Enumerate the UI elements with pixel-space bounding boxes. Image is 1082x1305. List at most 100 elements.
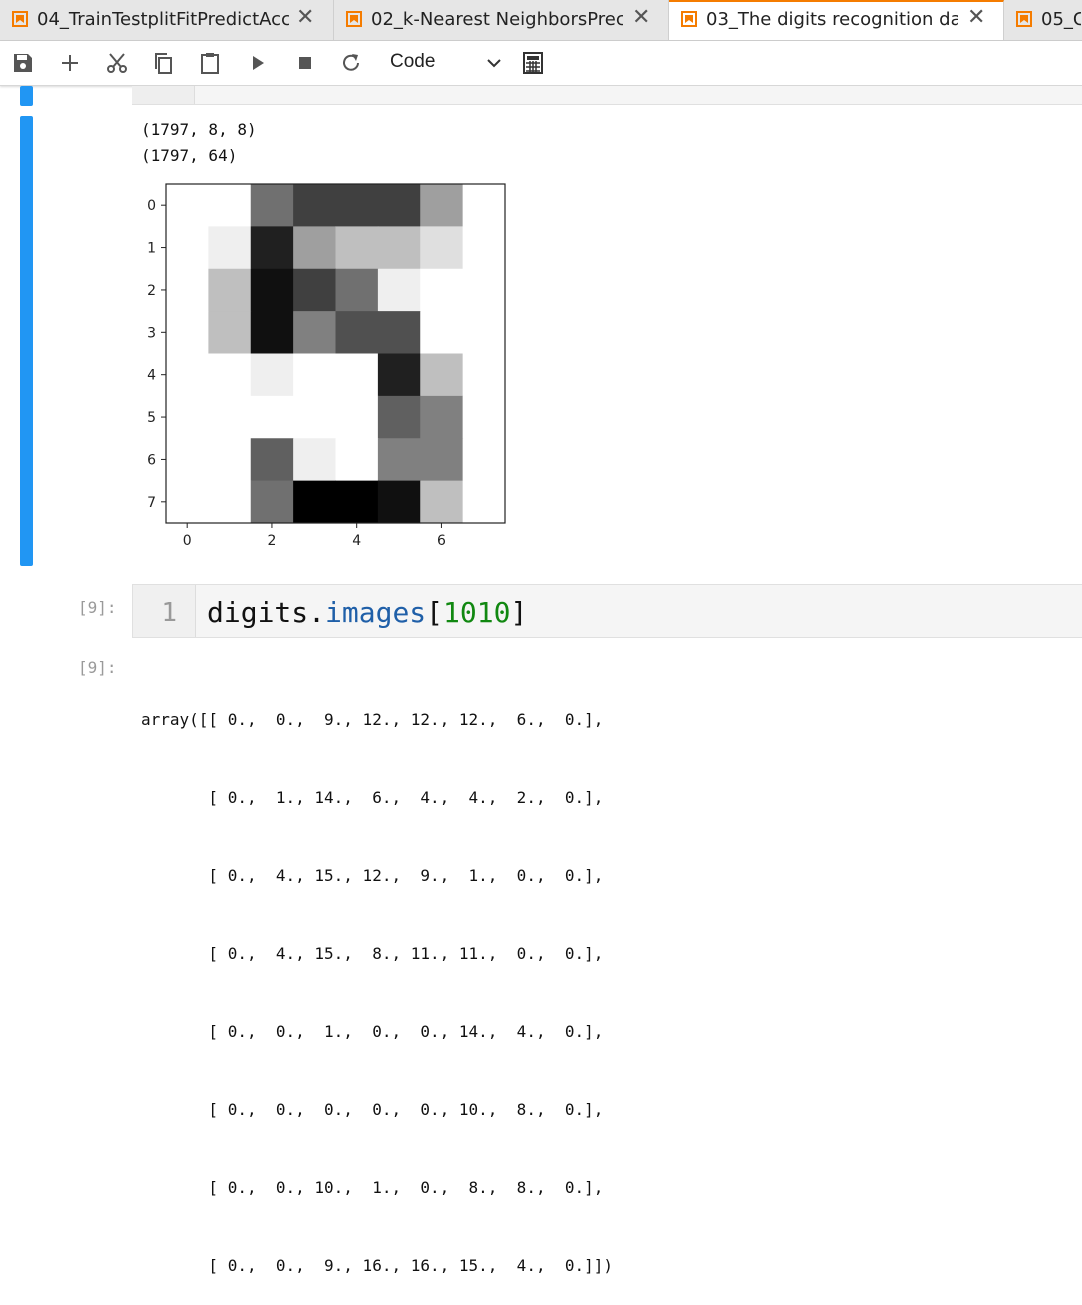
y-tick-label: 0 [147, 198, 156, 214]
notebook-icon [346, 11, 362, 27]
heatmap-cell [166, 395, 209, 439]
close-icon[interactable]: ✕ [296, 7, 314, 29]
heatmap-cell [420, 395, 464, 439]
heatmap-cell [293, 395, 337, 439]
code-bracket-open: [ [426, 596, 444, 629]
heatmap-cell [420, 226, 464, 270]
paste-icon[interactable] [198, 51, 222, 75]
code-bracket-close: ] [510, 596, 528, 629]
heatmap-cell [293, 353, 337, 397]
array-row: [ 0., 0., 9., 16., 16., 15., 4., 0.]]) [141, 1256, 614, 1275]
heatmap-cell [420, 438, 464, 482]
tab-notebook-02[interactable]: 02_k-Nearest NeighborsPrec ✕ [334, 0, 669, 40]
heatmap-cell [335, 438, 379, 482]
stop-icon[interactable] [293, 51, 317, 75]
tab-notebook-03[interactable]: 03_The digits recognition da ✕ [669, 0, 1004, 40]
heatmap-cell [293, 268, 337, 312]
cell-type-label: Code [390, 51, 436, 72]
heatmap-cell [250, 480, 294, 524]
previous-code-cell[interactable] [132, 86, 1082, 105]
close-icon[interactable]: ✕ [967, 7, 985, 29]
y-tick-label: 1 [147, 241, 156, 257]
heatmap-cell [208, 268, 252, 312]
heatmap-cells [166, 184, 506, 524]
output-collapser[interactable] [20, 116, 33, 566]
heatmap-cell [377, 395, 421, 439]
heatmap-cell [166, 438, 209, 482]
heatmap-cell [293, 226, 337, 270]
run-icon[interactable] [246, 51, 270, 75]
heatmap-cell [250, 268, 294, 312]
heatmap-cell [420, 353, 464, 397]
array-row: [ 0., 4., 15., 12., 9., 1., 0., 0.], [141, 866, 604, 885]
shape-output-line: (1797, 64) [141, 146, 238, 165]
tab-label: 02_k-Nearest NeighborsPrec [371, 9, 623, 30]
heatmap-cell [377, 353, 421, 397]
heatmap-cell [377, 438, 421, 482]
calculator-icon[interactable] [521, 51, 545, 75]
heatmap-cell [166, 480, 209, 524]
heatmap-cell [335, 395, 379, 439]
array-row: [ 0., 4., 15., 8., 11., 11., 0., 0.], [141, 944, 604, 963]
heatmap-cell [335, 311, 379, 355]
input-prompt: [9]: [78, 598, 117, 617]
tab-bar: 04_TrainTestplitFitPredictAcc ✕ 02_k-Nea… [0, 0, 1082, 41]
heatmap-cell [250, 438, 294, 482]
x-tick-label: 0 [183, 533, 192, 549]
heatmap-cell [293, 480, 337, 524]
chevron-down-icon [487, 59, 501, 68]
y-axis: 0 1 2 3 4 5 6 7 [147, 198, 166, 511]
heatmap-cell [377, 480, 421, 524]
heatmap-cell [293, 311, 337, 355]
heatmap-cell [462, 226, 506, 270]
y-tick-label: 5 [147, 410, 156, 426]
heatmap-cell [335, 268, 379, 312]
heatmap-cell [335, 226, 379, 270]
copy-icon[interactable] [151, 51, 175, 75]
heatmap-cell [208, 353, 252, 397]
heatmap-cell [335, 480, 379, 524]
heatmap-cell [250, 226, 294, 270]
code-line[interactable]: digits.images[1010] [207, 596, 527, 629]
array-row: [ 0., 0., 0., 0., 0., 10., 8., 0.], [141, 1100, 604, 1119]
tab-notebook-04[interactable]: 04_TrainTestplitFitPredictAcc ✕ [0, 0, 334, 40]
heatmap-cell [462, 480, 506, 524]
line-number: 1 [161, 598, 177, 628]
cell-type-select[interactable]: Code [390, 49, 510, 77]
add-cell-icon[interactable] [58, 51, 82, 75]
line-number-gutter: 1 [133, 585, 196, 637]
heatmap-cell [420, 268, 464, 312]
code-index: 1010 [443, 596, 511, 629]
heatmap-cell [166, 353, 209, 397]
heatmap-cell [462, 268, 506, 312]
cell-collapser[interactable] [20, 86, 33, 106]
save-icon[interactable] [11, 51, 35, 75]
heatmap-cell [208, 480, 252, 524]
heatmap-cell [208, 226, 252, 270]
heatmap-cell [208, 184, 252, 227]
tab-label: 04_TrainTestplitFitPredictAcc [37, 9, 289, 30]
y-tick-label: 4 [147, 368, 156, 384]
code-cell-input[interactable]: 1 digits.images[1010] [132, 584, 1082, 638]
heatmap-cell [293, 184, 337, 227]
restart-icon[interactable] [339, 51, 363, 75]
x-tick-label: 4 [352, 533, 361, 549]
tab-notebook-05[interactable]: 05_C [1004, 0, 1082, 40]
close-icon[interactable]: ✕ [632, 7, 650, 29]
heatmap-cell [250, 395, 294, 439]
heatmap-cell [462, 311, 506, 355]
heatmap-cell [462, 395, 506, 439]
heatmap-cell [166, 184, 209, 227]
cut-icon[interactable] [105, 51, 129, 75]
heatmap-cell [250, 184, 294, 227]
notebook-icon [1016, 11, 1032, 27]
heatmap-cell [335, 353, 379, 397]
heatmap-cell [335, 184, 379, 227]
code-object: digits. [207, 596, 326, 629]
heatmap-cell [420, 184, 464, 227]
shape-output-line: (1797, 8, 8) [141, 120, 257, 139]
array-row: [ 0., 1., 14., 6., 4., 4., 2., 0.], [141, 788, 604, 807]
heatmap-cell [250, 311, 294, 355]
array-row: [ 0., 0., 10., 1., 0., 8., 8., 0.], [141, 1178, 604, 1197]
heatmap-cell [293, 438, 337, 482]
